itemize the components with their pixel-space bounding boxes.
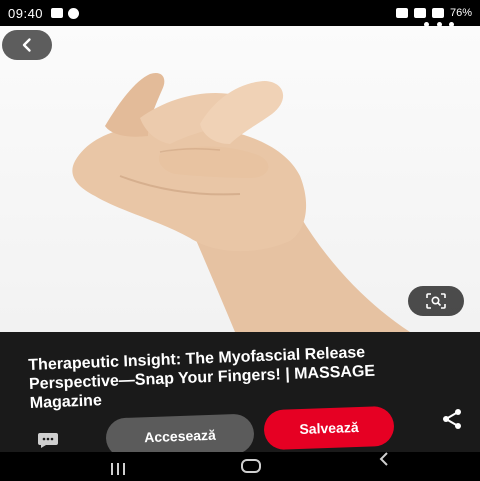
alarm-icon <box>395 8 408 18</box>
share-icon <box>443 409 461 429</box>
status-time: 09:40 <box>8 5 44 21</box>
comment-icon <box>38 433 58 448</box>
recents-button[interactable] <box>108 462 128 481</box>
pin-image[interactable] <box>0 26 480 332</box>
visual-search-icon <box>426 293 446 309</box>
back-button[interactable] <box>2 30 52 60</box>
more-horizontal-icon <box>424 21 429 27</box>
image-notification-icon <box>51 8 64 18</box>
status-bar: 09:40 76% <box>0 0 480 26</box>
save-button[interactable]: Salvează <box>263 405 395 451</box>
nav-back-icon <box>379 452 388 466</box>
home-button[interactable] <box>240 458 262 479</box>
more-dot <box>436 21 442 27</box>
recents-icon <box>111 463 125 475</box>
home-icon <box>241 459 261 473</box>
system-back-button[interactable] <box>376 450 392 473</box>
visual-search-button[interactable] <box>408 286 464 316</box>
chevron-left-icon <box>22 38 31 52</box>
hand-image <box>72 72 410 332</box>
more-options-button[interactable] <box>424 16 454 32</box>
notification-icons <box>51 7 80 19</box>
share-button[interactable] <box>440 408 464 435</box>
whatsapp-notification-icon <box>68 7 80 19</box>
more-dot <box>449 21 454 27</box>
